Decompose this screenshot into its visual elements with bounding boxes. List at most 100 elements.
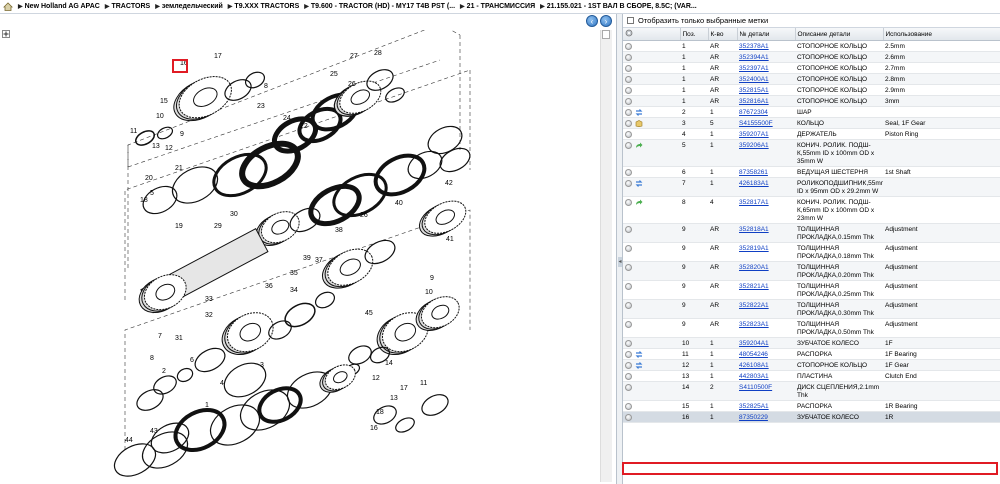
select-dot-icon[interactable] — [625, 180, 632, 187]
callout-label[interactable]: 37 — [315, 257, 323, 264]
part-number-link[interactable]: 352378A1 — [739, 43, 769, 50]
select-dot-icon[interactable] — [625, 403, 632, 410]
table-row[interactable]: 12 1 426108A1 СТОПОРНОЕ КОЛЬЦО 1F Gear — [623, 359, 1000, 371]
part-number-link[interactable]: 359204A1 — [739, 340, 769, 347]
callout-label[interactable]: 28 — [374, 50, 382, 57]
part-number-link[interactable]: 426108A1 — [739, 362, 769, 369]
column-header[interactable]: № детали — [737, 28, 796, 41]
callout-label[interactable]: 9 — [430, 275, 434, 282]
callout-label[interactable]: 41 — [446, 236, 454, 243]
callout-label[interactable]: 22 — [300, 123, 308, 130]
callout-label[interactable]: 18 — [376, 409, 384, 416]
callout-label[interactable]: 35 — [290, 270, 298, 277]
table-row[interactable]: 9 AR 352822A1 ТОЛЩИННАЯ ПРОКЛАДКА,0.30mm Th… — [623, 299, 1000, 319]
table-row[interactable]: 6 1 87358261 ВЕДУЩАЯ ШЕСТЕРНЯ 1st Shaft — [623, 166, 1000, 178]
callout-label[interactable]: 39 — [303, 255, 311, 262]
select-dot-icon[interactable] — [625, 109, 632, 116]
callout-label[interactable]: 26 — [348, 81, 356, 88]
callout-label[interactable]: 1 — [205, 402, 209, 409]
table-row[interactable]: 5 1 359206A1 КОНИЧ. РОЛИК. ПОДШ-К,55mm ID x… — [623, 139, 1000, 167]
part-number-link[interactable]: 359207A1 — [739, 131, 769, 138]
callout-label[interactable]: 45 — [365, 310, 373, 317]
part-number-link[interactable]: 352823A1 — [739, 321, 769, 328]
select-dot-icon[interactable] — [625, 373, 632, 380]
table-row[interactable]: 2 1 87672304 ШАР — [623, 106, 1000, 118]
table-row[interactable]: 8 4 352817A1 КОНИЧ. РОЛИК. ПОДШ-К,65mm ID x… — [623, 196, 1000, 224]
part-number-link[interactable]: 426183A1 — [739, 180, 769, 187]
callout-label[interactable]: 42 — [445, 180, 453, 187]
callout-label[interactable]: 43 — [150, 428, 158, 435]
callout-label[interactable]: 16 — [370, 425, 378, 432]
callout-label[interactable]: 23 — [257, 103, 265, 110]
table-row[interactable]: 9 AR 352823A1 ТОЛЩИННАЯ ПРОКЛАДКА,0.50mm Th… — [623, 318, 1000, 338]
breadcrumb-item[interactable]: 21.155.021 - 1ST ВАЛ В СБОРЕ, 8.5C; (VAR… — [547, 3, 697, 10]
select-dot-icon[interactable] — [625, 54, 632, 61]
part-number-link[interactable]: S4155500F — [739, 120, 773, 127]
breadcrumb-item[interactable]: T9.600 - TRACTOR (HD) - MY17 T4B PST (..… — [311, 3, 455, 10]
select-dot-icon[interactable] — [625, 340, 632, 347]
callout-label[interactable]: 17 — [214, 53, 222, 60]
callout-label[interactable]: 20 — [145, 175, 153, 182]
callout-label[interactable]: 8 — [150, 355, 154, 362]
part-number-link[interactable]: 352825A1 — [739, 403, 769, 410]
callout-label[interactable]: 19 — [175, 223, 183, 230]
table-row[interactable]: 15 1 352825A1 РАСПОРКА 1R Bearing — [623, 400, 1000, 412]
table-row[interactable]: 9 AR 352819A1 ТОЛЩИННАЯ ПРОКЛАДКА,0.18mm Th… — [623, 242, 1000, 262]
part-number-link[interactable]: S4110500F — [739, 384, 772, 391]
part-number-link[interactable]: 352818A1 — [739, 226, 769, 233]
part-number-link[interactable]: 352394A1 — [739, 54, 769, 61]
callout-label[interactable]: 32 — [205, 312, 213, 319]
select-dot-icon[interactable] — [625, 87, 632, 94]
callout-label[interactable]: 34 — [290, 287, 298, 294]
callout-label[interactable]: 15 — [160, 98, 168, 105]
part-number-link[interactable]: 87350229 — [739, 414, 768, 421]
table-row[interactable]: 7 1 426183A1 РОЛИКОПОДШИПНИК,55mm ID x 95mm… — [623, 177, 1000, 197]
callout-label[interactable]: 33 — [205, 296, 213, 303]
select-dot-icon[interactable] — [625, 283, 632, 290]
table-row[interactable]: 1 AR 352400A1 СТОПОРНОЕ КОЛЬЦО 2.8mm — [623, 73, 1000, 85]
callout-label[interactable]: 12 — [372, 375, 380, 382]
diagram-scrollbar[interactable] — [600, 30, 612, 482]
breadcrumb-item[interactable]: T9.XXX TRACTORS — [234, 3, 299, 10]
select-dot-icon[interactable] — [625, 362, 632, 369]
table-row[interactable]: 9 AR 352820A1 ТОЛЩИННАЯ ПРОКЛАДКА,0.20mm Th… — [623, 261, 1000, 281]
table-row[interactable]: 1 AR 352394A1 СТОПОРНОЕ КОЛЬЦО 2.6mm — [623, 51, 1000, 63]
part-number-link[interactable]: 87358261 — [739, 169, 768, 176]
column-header[interactable]: К-во — [708, 28, 738, 41]
collapse-arrow-icon[interactable]: ◂ — [618, 257, 622, 267]
exploded-parts-diagram[interactable]: 16178151011 9121327 282526232422521201819 2… — [0, 30, 600, 484]
callout-label[interactable]: 2 — [162, 368, 166, 375]
table-row[interactable]: 9 AR 352821A1 ТОЛЩИННАЯ ПРОКЛАДКА,0.25mm Th… — [623, 280, 1000, 300]
table-row[interactable]: 11 1 48054246 РАСПОРКА 1F Bearing — [623, 348, 1000, 360]
part-number-link[interactable]: 359206A1 — [739, 142, 769, 149]
table-row[interactable]: 1 AR 352816A1 СТОПОРНОЕ КОЛЬЦО 3mm — [623, 95, 1000, 107]
callout-label[interactable]: 11 — [130, 128, 137, 135]
select-dot-icon[interactable] — [625, 302, 632, 309]
select-dot-icon[interactable] — [625, 120, 632, 127]
callout-label[interactable]: 6 — [190, 357, 194, 364]
callout-label[interactable]: 26 — [360, 212, 368, 219]
back-arrow-icon[interactable]: ‹ — [586, 15, 598, 27]
part-number-link[interactable]: 352819A1 — [739, 245, 769, 252]
select-dot-icon[interactable] — [625, 43, 632, 50]
select-dot-icon[interactable] — [625, 199, 632, 206]
callout-label[interactable]: 9 — [180, 131, 184, 138]
callout-label[interactable]: 30 — [230, 211, 238, 218]
table-row[interactable]: 16 1 87350229 ЗУБЧАТОЕ КОЛЕСО 1R — [623, 411, 1000, 423]
select-dot-icon[interactable] — [625, 131, 632, 138]
part-number-link[interactable]: 352822A1 — [739, 302, 769, 309]
callout-label[interactable]: 12 — [165, 145, 173, 152]
table-row[interactable]: 10 1 359204A1 ЗУБЧАТОЕ КОЛЕСО 1F — [623, 337, 1000, 349]
callout-label[interactable]: 29 — [214, 223, 222, 230]
select-dot-icon[interactable] — [625, 226, 632, 233]
table-row[interactable]: 13 1 442803A1 ПЛАСТИНА Clutch End — [623, 370, 1000, 382]
column-header[interactable]: Поз. — [680, 28, 709, 41]
breadcrumb-item[interactable]: земледельческий — [162, 3, 223, 10]
select-dot-icon[interactable] — [625, 384, 632, 391]
home-icon[interactable] — [3, 2, 13, 11]
select-dot-icon[interactable] — [625, 351, 632, 358]
callout-label[interactable]: 24 — [283, 115, 291, 122]
part-number-link[interactable]: 352400A1 — [739, 76, 769, 83]
part-number-link[interactable]: 352817A1 — [739, 199, 769, 206]
callout-label[interactable]: 3 — [260, 362, 264, 369]
